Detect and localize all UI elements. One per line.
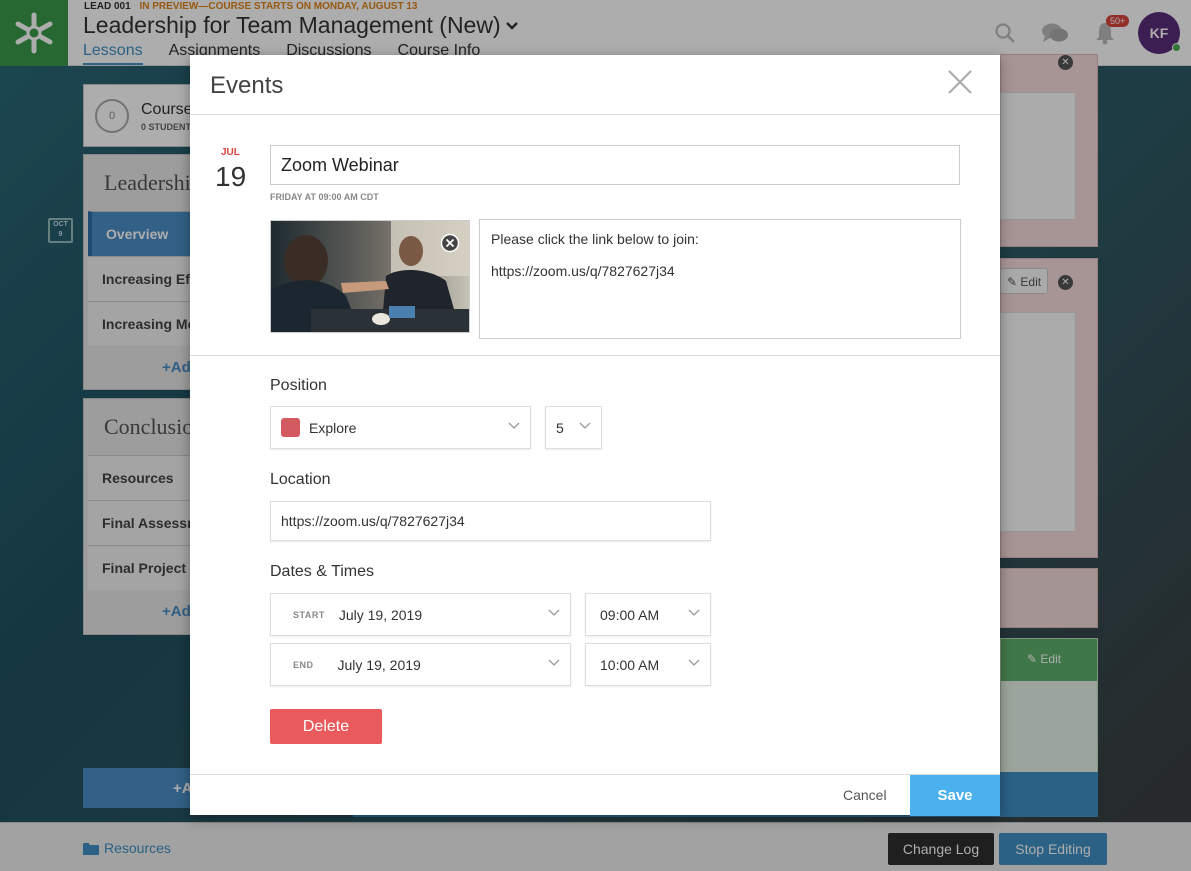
close-icon (948, 70, 972, 94)
position-category-select[interactable]: Explore (270, 406, 531, 449)
description-line: Please click the link below to join: (491, 231, 699, 247)
chevron-down-icon (548, 609, 560, 616)
close-button[interactable] (947, 69, 973, 95)
location-label: Location (270, 471, 331, 488)
position-order-select[interactable]: 5 (545, 406, 602, 449)
modal-title: Events (210, 72, 284, 99)
save-button[interactable]: Save (910, 775, 1000, 816)
dates-label: Dates & Times (270, 563, 375, 580)
delete-button[interactable]: Delete (270, 709, 382, 744)
category-color-swatch (281, 418, 300, 437)
chevron-down-icon (508, 422, 520, 429)
end-date-value: July 19, 2019 (337, 656, 421, 673)
event-month: JUL (221, 147, 240, 158)
position-label: Position (270, 377, 327, 394)
description-link: https://zoom.us/q/7827627j34 (491, 263, 675, 280)
chevron-down-icon (688, 659, 700, 666)
start-tag: START (293, 609, 325, 620)
event-description[interactable]: Please click the link below to join: htt… (479, 219, 961, 339)
start-time-select[interactable]: 09:00 AM (585, 593, 711, 636)
chevron-down-icon (579, 422, 591, 429)
end-time-value: 10:00 AM (600, 656, 660, 673)
cancel-button[interactable]: Cancel (843, 787, 887, 803)
start-date-select[interactable]: START July 19, 2019 (270, 593, 571, 636)
end-tag: END (293, 659, 314, 670)
event-day: 19 (215, 161, 247, 192)
category-value: Explore (309, 419, 357, 436)
chevron-down-icon (688, 609, 700, 616)
remove-image-button[interactable] (440, 233, 460, 253)
event-when: FRIDAY AT 09:00 AM CDT (270, 192, 379, 202)
event-title-input[interactable] (270, 145, 960, 185)
end-time-select[interactable]: 10:00 AM (585, 643, 711, 686)
modal-footer: Cancel Save (190, 774, 1000, 816)
start-time-value: 09:00 AM (600, 606, 660, 623)
order-value: 5 (556, 419, 564, 436)
start-date-value: July 19, 2019 (338, 606, 423, 623)
end-date-select[interactable]: END July 19, 2019 (270, 643, 571, 686)
events-modal: Events JUL 19 FRIDAY AT 09:00 AM CDT (190, 55, 1000, 816)
remove-circle-icon (440, 233, 460, 253)
location-input[interactable]: https://zoom.us/q/7827627j34 (270, 501, 711, 541)
chevron-down-icon (548, 659, 560, 666)
